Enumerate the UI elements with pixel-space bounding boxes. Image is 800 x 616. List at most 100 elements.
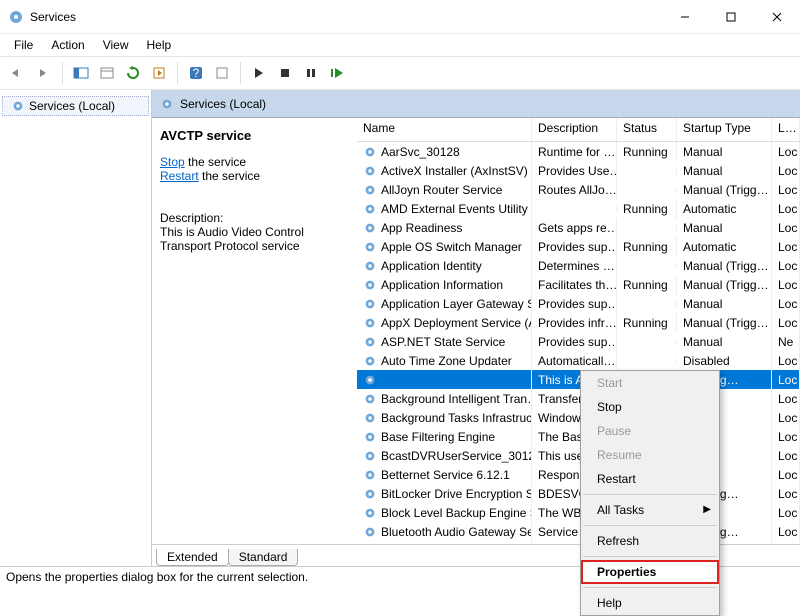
cell-startup: Automatic — [677, 199, 772, 219]
cell-logon: Loc — [772, 389, 800, 409]
ctx-help[interactable]: Help — [581, 591, 719, 615]
description-text: This is Audio Video Control Transport Pr… — [160, 225, 345, 253]
table-row[interactable]: AppX Deployment Service (A…Provides infr… — [357, 313, 800, 332]
cell-logon: Loc — [772, 351, 800, 371]
table-row[interactable]: Application InformationFacilitates th…Ru… — [357, 275, 800, 294]
tab-standard[interactable]: Standard — [228, 549, 299, 566]
cell-logon: Loc — [772, 427, 800, 447]
export-icon[interactable] — [95, 61, 119, 85]
start-service-icon[interactable] — [247, 61, 271, 85]
table-row[interactable]: Background Tasks Infrastruc…WindowaticLo… — [357, 408, 800, 427]
tree-item-services-local[interactable]: Services (Local) — [2, 96, 149, 116]
table-row[interactable]: Application IdentityDetermines …Manual (… — [357, 256, 800, 275]
ctx-pause[interactable]: Pause — [581, 419, 719, 443]
col-status[interactable]: Status — [617, 118, 677, 141]
table-row[interactable]: Betternet Service 6.12.1ResponalLoc — [357, 465, 800, 484]
table-row[interactable]: Background Intelligent Tran…Transferatic… — [357, 389, 800, 408]
svg-text:?: ? — [193, 66, 200, 80]
col-description[interactable]: Description — [532, 118, 617, 141]
cell-name: Application Information — [357, 275, 532, 295]
ctx-refresh[interactable]: Refresh — [581, 529, 719, 553]
export-list-icon[interactable] — [147, 61, 171, 85]
table-row[interactable]: AMD External Events UtilityRunningAutoma… — [357, 199, 800, 218]
cell-logon: Loc — [772, 199, 800, 219]
menu-help[interactable]: Help — [139, 36, 180, 54]
restart-service-icon[interactable] — [325, 61, 349, 85]
cell-status — [617, 339, 677, 345]
cell-name: Bluetooth Audio Gateway Se… — [357, 522, 532, 542]
menu-file[interactable]: File — [6, 36, 41, 54]
cell-name: Application Identity — [357, 256, 532, 276]
pause-service-icon[interactable] — [299, 61, 323, 85]
cell-logon: Loc — [772, 522, 800, 542]
menu-view[interactable]: View — [95, 36, 137, 54]
menu-action[interactable]: Action — [43, 36, 92, 54]
back-icon[interactable] — [6, 61, 30, 85]
close-button[interactable] — [754, 0, 800, 34]
cell-startup: Manual (Trigg… — [677, 256, 772, 276]
refresh-icon[interactable] — [121, 61, 145, 85]
cell-name: App Readiness — [357, 218, 532, 238]
table-row[interactable]: BcastDVRUserService_30128This usealLoc — [357, 446, 800, 465]
table-row[interactable]: App ReadinessGets apps re…ManualLoc — [357, 218, 800, 237]
table-row[interactable]: Bluetooth Audio Gateway Se…Serviceal (Tr… — [357, 522, 800, 541]
separator-icon — [62, 62, 63, 84]
cell-name: BcastDVRUserService_30128 — [357, 446, 532, 466]
cell-status — [617, 187, 677, 193]
table-row[interactable]: Application Layer Gateway S…Provides sup… — [357, 294, 800, 313]
cell-name: AllJoyn Router Service — [357, 180, 532, 200]
table-row[interactable]: Apple OS Switch ManagerProvides sup…Runn… — [357, 237, 800, 256]
help-icon[interactable]: ? — [184, 61, 208, 85]
stop-link[interactable]: Stop — [160, 155, 185, 169]
properties-icon[interactable] — [210, 61, 234, 85]
pane-header-title: Services (Local) — [180, 97, 266, 111]
separator-icon — [583, 494, 717, 495]
console-tree: Services (Local) — [0, 90, 152, 566]
maximize-button[interactable] — [708, 0, 754, 34]
ctx-start[interactable]: Start — [581, 371, 719, 395]
stop-service-icon[interactable] — [273, 61, 297, 85]
col-startup-type[interactable]: Startup Type — [677, 118, 772, 141]
window-title: Services — [30, 10, 662, 24]
cell-description: Routes AllJo… — [532, 180, 617, 200]
table-row[interactable]: ActiveX Installer (AxInstSV)Provides Use… — [357, 161, 800, 180]
ctx-restart[interactable]: Restart — [581, 467, 719, 491]
cell-description: Provides sup… — [532, 237, 617, 257]
table-row[interactable]: This is Aal (Trigg…Loc — [357, 370, 800, 389]
restart-link[interactable]: Restart — [160, 169, 199, 183]
cell-logon: Loc — [772, 218, 800, 238]
col-logon[interactable]: Loc — [772, 118, 800, 141]
table-row[interactable]: Base Filtering EngineThe BasaticLoc — [357, 427, 800, 446]
minimize-button[interactable] — [662, 0, 708, 34]
ctx-resume[interactable]: Resume — [581, 443, 719, 467]
cell-name — [357, 370, 532, 390]
table-row[interactable]: Block Level Backup Engine S…The WBalLoc — [357, 503, 800, 522]
cell-logon: Loc — [772, 294, 800, 314]
cell-startup: Manual — [677, 142, 772, 162]
ctx-stop[interactable]: Stop — [581, 395, 719, 419]
table-row[interactable]: AllJoyn Router ServiceRoutes AllJo…Manua… — [357, 180, 800, 199]
cell-name: AarSvc_30128 — [357, 142, 532, 162]
tree-item-label: Services (Local) — [29, 99, 115, 113]
separator-icon — [583, 525, 717, 526]
table-row[interactable]: AarSvc_30128Runtime for …RunningManualLo… — [357, 142, 800, 161]
col-name[interactable]: Name — [357, 118, 532, 141]
cell-logon: Loc — [772, 408, 800, 428]
tab-extended[interactable]: Extended — [156, 549, 229, 566]
cell-name: Betternet Service 6.12.1 — [357, 465, 532, 485]
cell-name: AppX Deployment Service (A… — [357, 313, 532, 333]
selected-service-name: AVCTP service — [160, 128, 345, 143]
cell-description: Provides sup… — [532, 332, 617, 352]
show-hide-tree-icon[interactable] — [69, 61, 93, 85]
forward-icon[interactable] — [32, 61, 56, 85]
cell-status: Running — [617, 275, 677, 295]
table-row[interactable]: BitLocker Drive Encryption S…BDESVCal (T… — [357, 484, 800, 503]
table-row[interactable]: Auto Time Zone UpdaterAutomaticall…Disab… — [357, 351, 800, 370]
ctx-properties[interactable]: Properties — [581, 560, 719, 584]
cell-name: Application Layer Gateway S… — [357, 294, 532, 314]
ctx-all-tasks[interactable]: All Tasks▶ — [581, 498, 719, 522]
cell-status — [617, 301, 677, 307]
table-row[interactable]: ASP.NET State ServiceProvides sup…Manual… — [357, 332, 800, 351]
cell-description: Provides Use… — [532, 161, 617, 181]
cell-status: Running — [617, 142, 677, 162]
